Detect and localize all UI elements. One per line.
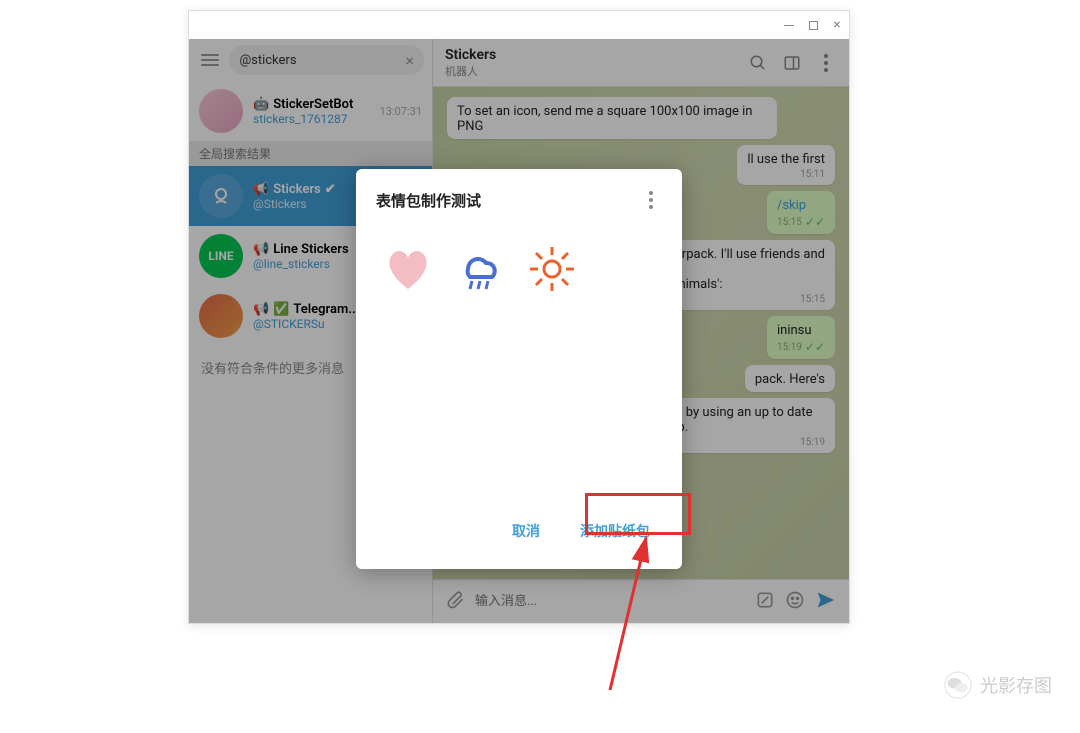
- window-minimize-button[interactable]: [783, 19, 795, 31]
- wechat-icon: [944, 671, 972, 699]
- sticker-heart[interactable]: [380, 241, 436, 297]
- sticker-grid: [376, 211, 662, 327]
- window-titlebar: ×: [189, 11, 849, 39]
- modal-overlay[interactable]: 表情包制作测试 取消 添加贴纸包: [189, 39, 849, 623]
- sticker-pack-modal: 表情包制作测试 取消 添加贴纸包: [356, 169, 682, 569]
- more-icon[interactable]: [640, 189, 662, 211]
- modal-title: 表情包制作测试: [376, 190, 481, 211]
- window-close-button[interactable]: ×: [831, 19, 843, 31]
- watermark: 光影存图: [944, 671, 1052, 699]
- watermark-text: 光影存图: [980, 672, 1052, 698]
- add-sticker-pack-button[interactable]: 添加贴纸包: [568, 513, 662, 549]
- app-window: × × 🤖StickerSetBot stickers_1761287 13:0…: [188, 10, 850, 624]
- cancel-button[interactable]: 取消: [500, 513, 552, 549]
- sticker-sun[interactable]: [524, 241, 580, 297]
- sticker-raincloud[interactable]: [452, 241, 508, 297]
- window-maximize-button[interactable]: [807, 19, 819, 31]
